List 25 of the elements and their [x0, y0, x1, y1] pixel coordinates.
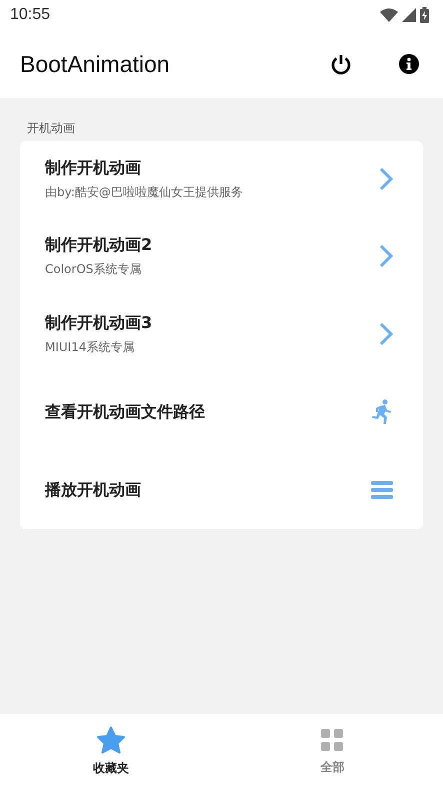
- running-person-icon[interactable]: [371, 399, 393, 425]
- item-title[interactable]: 制作开机动画2: [45, 234, 379, 256]
- item-title[interactable]: 制作开机动画: [45, 158, 379, 178]
- chevron-icon[interactable]: [379, 244, 393, 268]
- item-title[interactable]: 制作开机动画3: [45, 312, 379, 334]
- section-title: 开机动画: [27, 120, 76, 137]
- grid-icon: [319, 726, 346, 752]
- status-time: 10:55: [10, 6, 50, 24]
- power-icon: [330, 53, 352, 75]
- chevron-icon[interactable]: [379, 322, 393, 346]
- chevron-icon[interactable]: [379, 167, 393, 191]
- item-subtitle: 由by:酷安@巴啦啦魔仙女王提供服务: [45, 184, 244, 200]
- menu-icon[interactable]: [371, 480, 393, 500]
- item-title[interactable]: 播放开机动画: [45, 480, 371, 500]
- wifi-icon: [380, 8, 398, 22]
- item-subtitle: ColorOS系统专属: [45, 260, 142, 278]
- battery-icon: [420, 7, 429, 23]
- nav-tab[interactable]: 收藏夹: [0, 714, 222, 788]
- signal-icon: [402, 8, 416, 22]
- item-title[interactable]: 查看开机动画文件路径: [45, 402, 371, 422]
- nav-tab[interactable]: 全部: [222, 714, 443, 788]
- info-icon: [398, 53, 420, 75]
- star-icon: [96, 726, 126, 754]
- item-subtitle: MIUI14系统专属: [45, 338, 136, 356]
- app-title: BootAnimation: [20, 50, 171, 78]
